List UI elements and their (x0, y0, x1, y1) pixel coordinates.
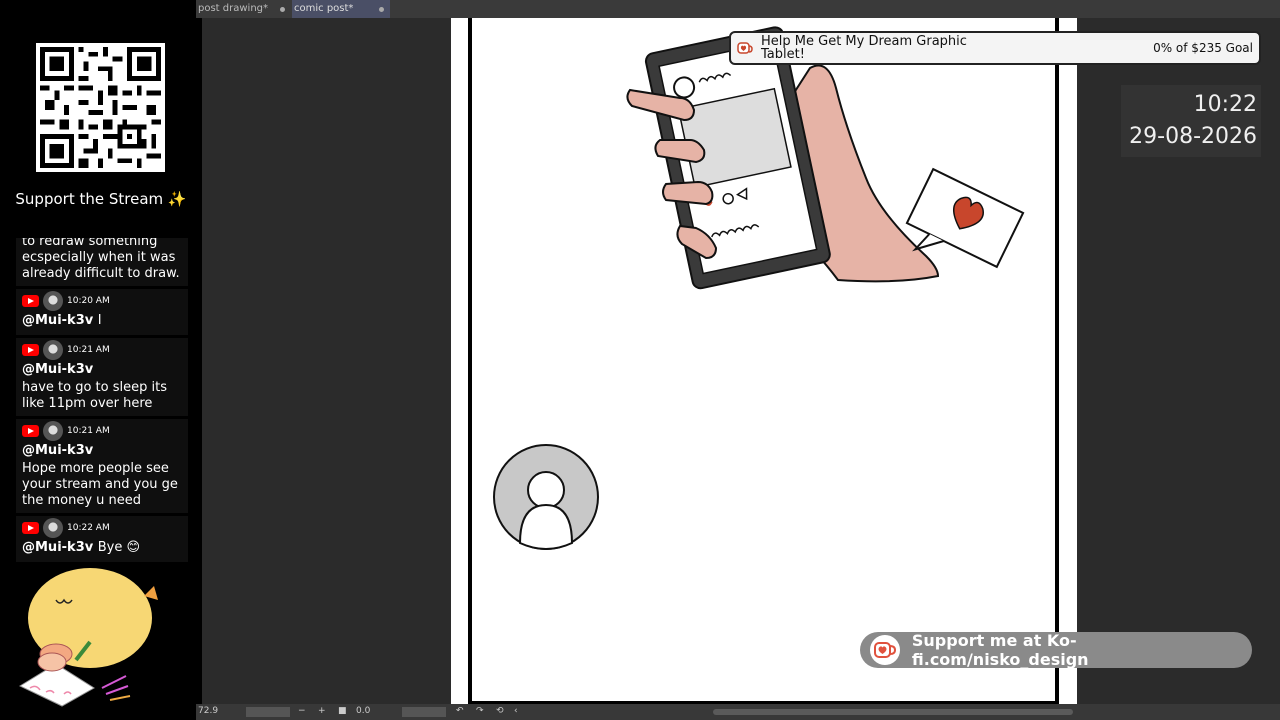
reset-rotation-icon[interactable]: ⟲ (496, 706, 504, 716)
rotate-right-icon[interactable]: ↷ (476, 706, 484, 716)
tab-label: comic post* (294, 3, 354, 14)
document-tab-bar: post drawing* comic post* (196, 0, 1280, 18)
chat-username: @Mui-k3v (22, 313, 94, 328)
chat-message: 10:21 AM @Mui-k3v Hope more people see y… (16, 419, 188, 513)
goal-status: 0% of $235 Goal (1153, 41, 1253, 55)
kofi-cup-icon (870, 635, 900, 665)
youtube-icon (22, 522, 39, 534)
clock-time: 10:22 (1193, 92, 1257, 117)
chat-message: 10:21 AM @Mui-k3v have to go to sleep it… (16, 338, 188, 416)
goal-title: Help Me Get My Dream Graphic Tablet! (761, 34, 967, 62)
canvas-status-bar: 72.9 − + ■ 0.0 ↶ ↷ ⟲ ‹ (196, 704, 1280, 720)
qr-code-icon (40, 47, 161, 168)
chat-feed[interactable]: to redraw something ecspecially when it … (16, 238, 188, 574)
chat-text: Hope more people see your stream and you… (22, 461, 178, 508)
chat-user: @Mui-k3v I (22, 311, 182, 331)
youtube-icon (22, 425, 39, 437)
chat-time: 10:20 AM (67, 296, 110, 306)
tab-comic-post[interactable]: comic post* (292, 0, 390, 18)
chat-message: 10:20 AM @Mui-k3v I (16, 289, 188, 335)
chat-text: have to go to sleep its like 11pm over h… (22, 380, 167, 411)
chat-text: Bye 😊 (97, 540, 141, 555)
kofi-support-banner[interactable]: Support me at Ko-fi.com/nisko_design (860, 631, 1252, 669)
kofi-cup-icon (737, 42, 753, 54)
avatar (43, 340, 63, 360)
clock-date: 29-08-2026 (1129, 124, 1257, 149)
chat-username: @Mui-k3v (22, 362, 94, 377)
qr-code[interactable] (36, 43, 165, 172)
youtube-icon (22, 344, 39, 356)
chat-message: 10:22 AM @Mui-k3v Bye 😊 (16, 516, 188, 562)
tab-label: post drawing* (198, 3, 269, 14)
stream-overlay-root: Support the Stream ✨ to redraw something… (0, 0, 1280, 720)
rotation-slider[interactable] (402, 707, 446, 717)
donation-goal-bar: Help Me Get My Dream Graphic Tablet! 0% … (729, 31, 1261, 65)
collapse-icon[interactable]: ‹ (514, 706, 518, 716)
zoom-slider[interactable] (246, 707, 290, 717)
zoom-out-button[interactable]: − (298, 706, 306, 716)
support-the-stream-title: Support the Stream ✨ (15, 190, 187, 208)
chat-text: I (97, 313, 102, 328)
fit-button[interactable]: ■ (338, 706, 347, 716)
avatar (43, 518, 63, 538)
kofi-link-text: Support me at Ko-fi.com/nisko_design (911, 631, 1089, 669)
chat-user: @Mui-k3v Bye 😊 (22, 538, 182, 558)
chat-text: to redraw something ecspecially when it … (22, 238, 180, 281)
chat-time: 10:21 AM (67, 345, 110, 355)
avatar (43, 421, 63, 441)
clock-widget: 10:22 29-08-2026 (1121, 85, 1261, 157)
chat-time: 10:22 AM (67, 523, 110, 533)
horizontal-scrollbar[interactable] (713, 709, 1073, 715)
zoom-value[interactable]: 72.9 (198, 706, 218, 716)
chat-username: @Mui-k3v (22, 443, 94, 458)
avatar (43, 291, 63, 311)
left-sidebar: Support the Stream ✨ to redraw something… (0, 0, 202, 720)
youtube-icon (22, 295, 39, 307)
tab-post-drawing[interactable]: post drawing* (196, 0, 291, 18)
tab-close-icon[interactable] (379, 7, 384, 12)
chat-username: @Mui-k3v (22, 540, 94, 555)
rotation-value[interactable]: 0.0 (356, 706, 370, 716)
chat-message-partial: to redraw something ecspecially when it … (16, 238, 188, 286)
rotate-left-icon[interactable]: ↶ (456, 706, 464, 716)
zoom-in-button[interactable]: + (318, 706, 326, 716)
tab-close-icon[interactable] (280, 7, 285, 12)
chick-mascot-icon (18, 568, 158, 707)
chat-time: 10:21 AM (67, 426, 110, 436)
comic-panel-border (468, 18, 1059, 704)
